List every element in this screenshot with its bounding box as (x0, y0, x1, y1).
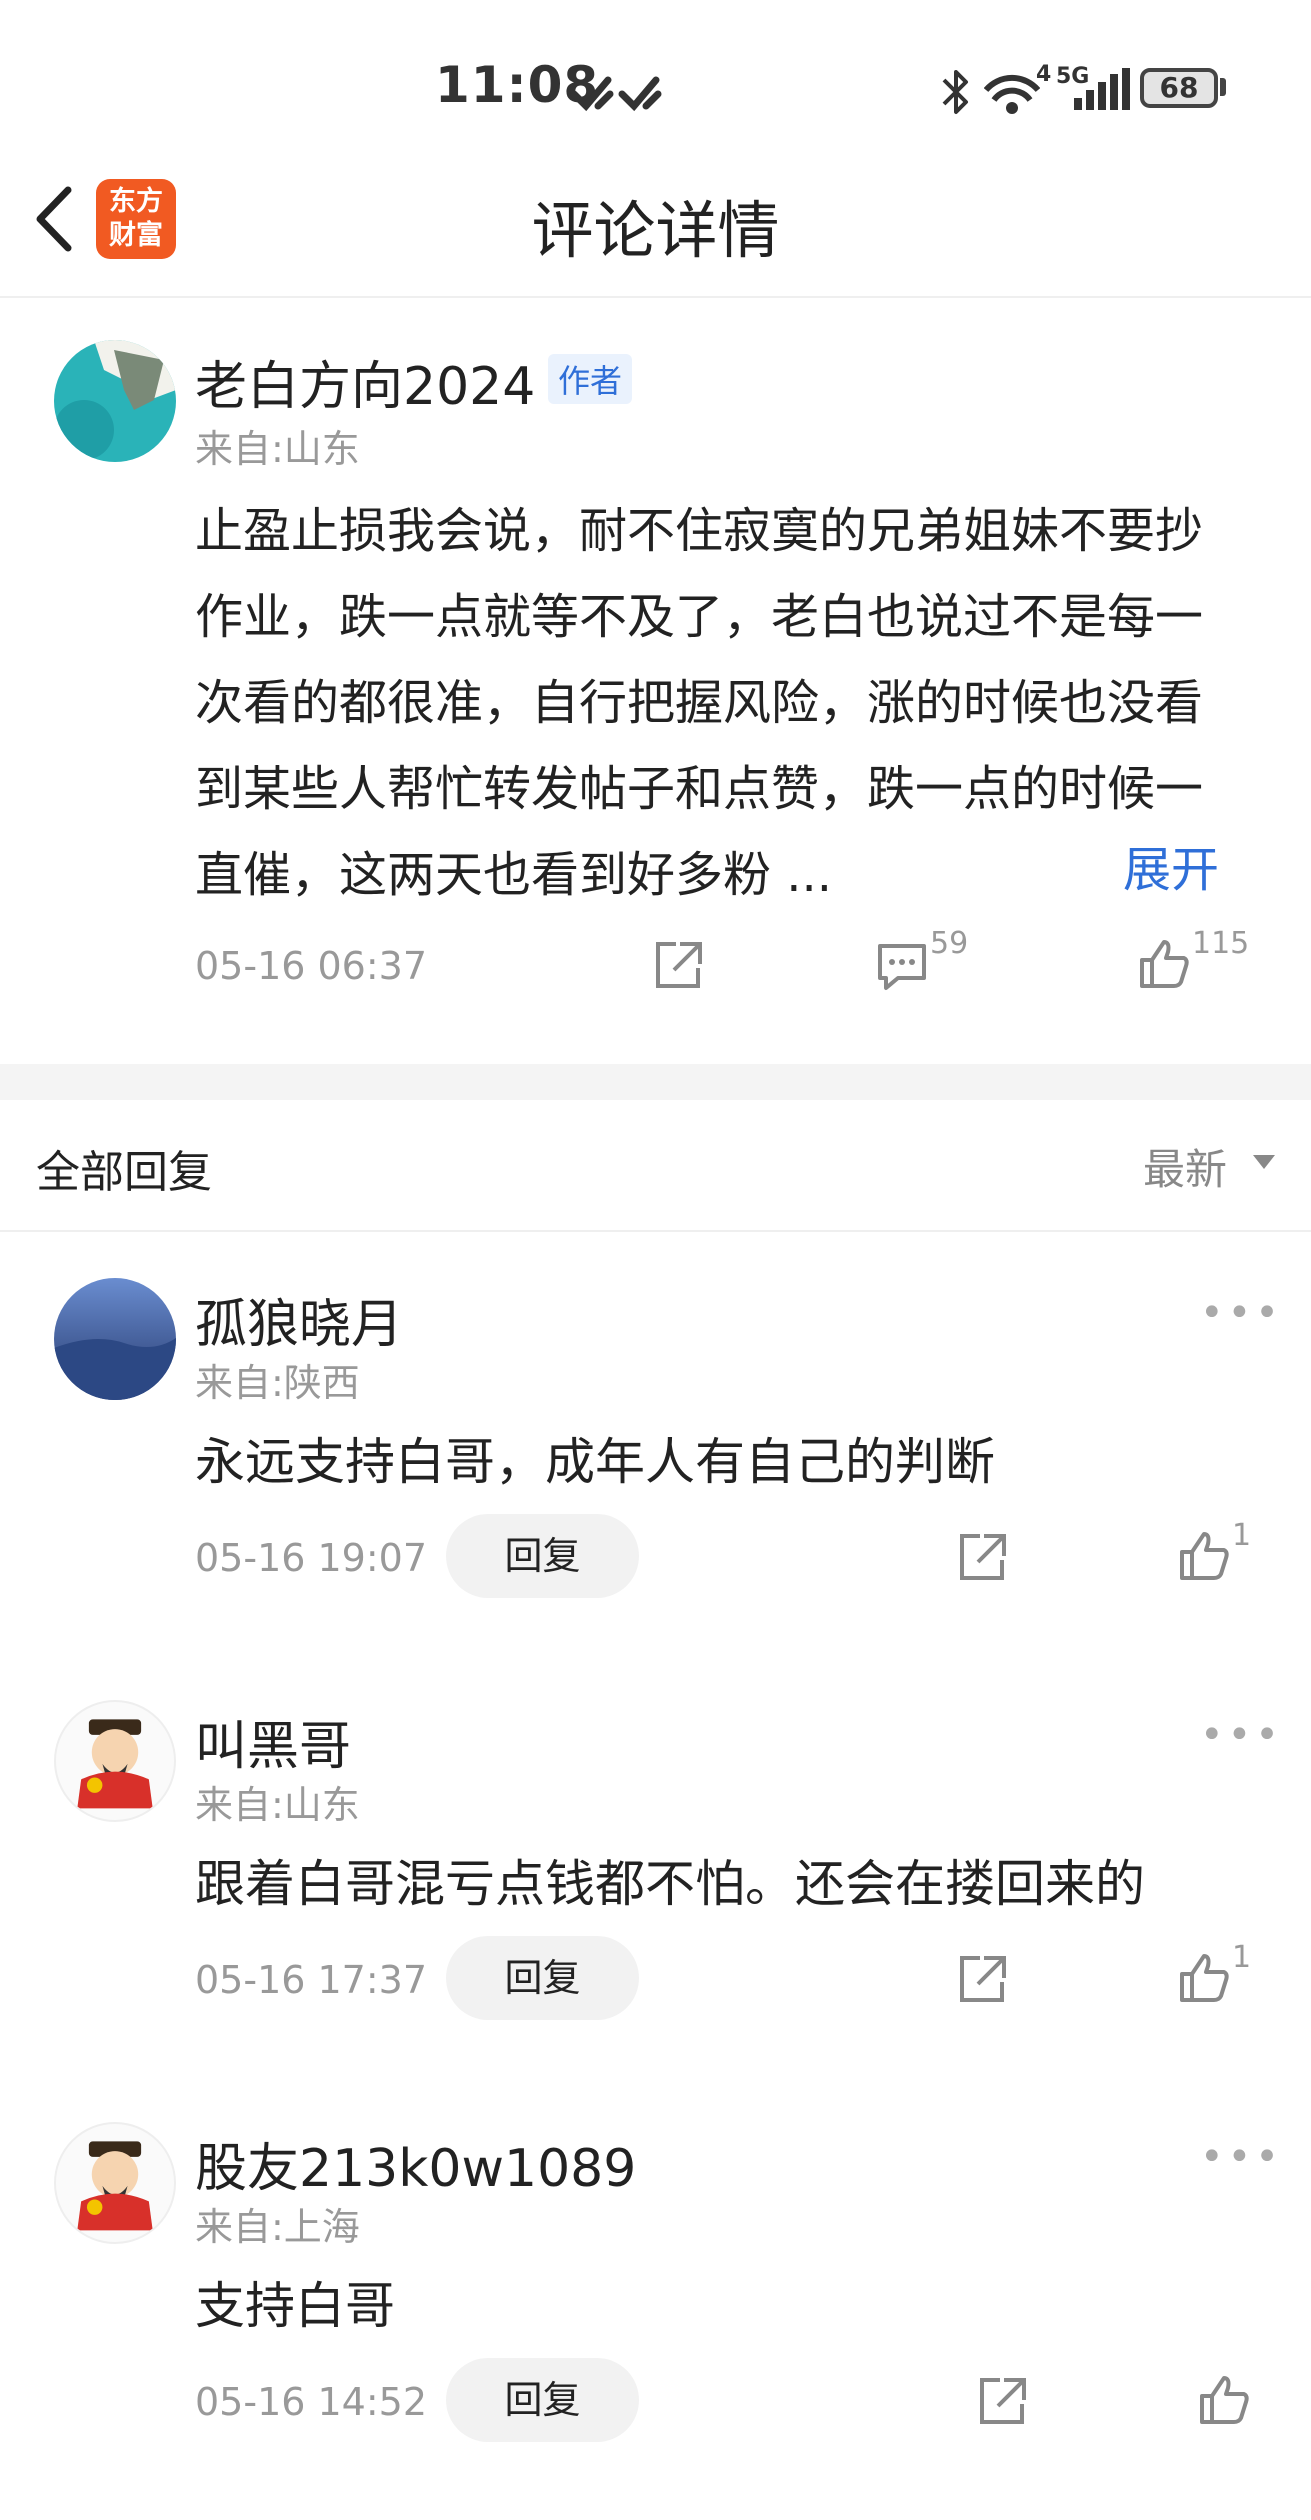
reply-author[interactable]: 孤狼晓月 (195, 1282, 403, 1357)
caret-down-icon[interactable] (1253, 1155, 1275, 1169)
back-arrow-icon[interactable] (28, 182, 78, 256)
more-options-icon[interactable]: ••• (1200, 1712, 1283, 1758)
wifi-icon (984, 74, 1040, 114)
author-avatar[interactable] (54, 340, 176, 462)
share-icon[interactable] (954, 1530, 1010, 1586)
main-comment-text: 止盈止损我会说，耐不住寂寞的兄弟姐妹不要抄作业，跌一点就等不及了，老白也说过不是… (195, 488, 1240, 918)
bluetooth-icon (942, 70, 968, 114)
reply-location: 来自:陕西 (195, 1361, 360, 1405)
reply-location: 来自:上海 (195, 2205, 360, 2249)
hd-voice-icon (570, 76, 662, 112)
reply-button[interactable]: 回复 (446, 1514, 639, 1598)
reply-avatar[interactable] (54, 1278, 176, 1400)
reply-button[interactable]: 回复 (446, 2358, 639, 2442)
author-tag-badge: 作者 (548, 354, 633, 404)
like-icon[interactable] (1176, 1528, 1232, 1584)
reply-text: 永远支持白哥，成年人有自己的判断 (195, 1433, 995, 1491)
reply-button[interactable]: 回复 (446, 1936, 639, 2020)
like-count: 1 (1232, 1940, 1252, 1975)
logo-line-2: 财富 (109, 220, 163, 251)
comment-count: 59 (930, 926, 969, 961)
cellular-signal-icon (1074, 68, 1130, 110)
main-comment-body: 止盈止损我会说，耐不住寂寞的兄弟姐妹不要抄作业，跌一点就等不及了，老白也说过不是… (195, 503, 1204, 903)
logo-line-1: 东方 (109, 186, 163, 217)
like-count: 1 (1232, 1518, 1252, 1553)
section-separator (0, 1064, 1311, 1100)
reply-author[interactable]: 股友213k0w1089 (195, 2126, 636, 2201)
reply-avatar[interactable] (54, 2122, 176, 2244)
network-label: 4 (1036, 62, 1052, 87)
header-divider (0, 296, 1311, 298)
reply-time: 05-16 14:52 (195, 2380, 428, 2424)
status-bar: 11:08 4 5G 68 (0, 0, 1311, 160)
share-icon[interactable] (954, 1952, 1010, 2008)
battery-tip (1220, 78, 1226, 96)
comment-icon[interactable] (874, 938, 930, 994)
reply-time: 05-16 17:37 (195, 1958, 428, 2002)
all-replies-title: 全部回复 (36, 1147, 212, 1198)
app-logo: 东方 财富 (96, 179, 176, 259)
like-count: 115 (1192, 926, 1250, 961)
replies-divider (0, 1230, 1311, 1232)
reply-item: 股友213k0w1089 ••• 来自:上海 支持白哥 05-16 14:52 … (0, 2112, 1311, 2482)
sort-dropdown[interactable]: 最新 (1143, 1136, 1227, 1197)
share-icon[interactable] (650, 938, 706, 994)
page-title: 评论详情 (531, 194, 780, 267)
more-options-icon[interactable]: ••• (1200, 1290, 1283, 1336)
share-icon[interactable] (974, 2374, 1030, 2430)
reply-author[interactable]: 叫黑哥 (195, 1704, 351, 1779)
reply-text: 支持白哥 (195, 2277, 395, 2335)
reply-location: 来自:山东 (195, 1783, 360, 1827)
reply-item: 叫黑哥 ••• 来自:山东 跟着白哥混亏点钱都不怕。还会在搂回来的 05-16 … (0, 1690, 1311, 2060)
reply-text: 跟着白哥混亏点钱都不怕。还会在搂回来的 (195, 1855, 1145, 1913)
like-icon[interactable] (1136, 936, 1192, 992)
expand-link[interactable]: 展开 (1115, 830, 1220, 900)
reply-avatar[interactable] (54, 1700, 176, 1822)
main-comment-time: 05-16 06:37 (195, 944, 428, 988)
like-icon[interactable] (1176, 1950, 1232, 2006)
like-icon[interactable] (1196, 2372, 1252, 2428)
author-name[interactable]: 老白方向2024 (195, 344, 535, 419)
battery-indicator: 68 (1140, 68, 1218, 108)
reply-time: 05-16 19:07 (195, 1536, 428, 1580)
more-options-icon[interactable]: ••• (1200, 2134, 1283, 2180)
reply-item: 孤狼晓月 ••• 来自:陕西 永远支持白哥，成年人有自己的判断 05-16 19… (0, 1268, 1311, 1638)
author-location: 来自:山东 (195, 427, 360, 471)
